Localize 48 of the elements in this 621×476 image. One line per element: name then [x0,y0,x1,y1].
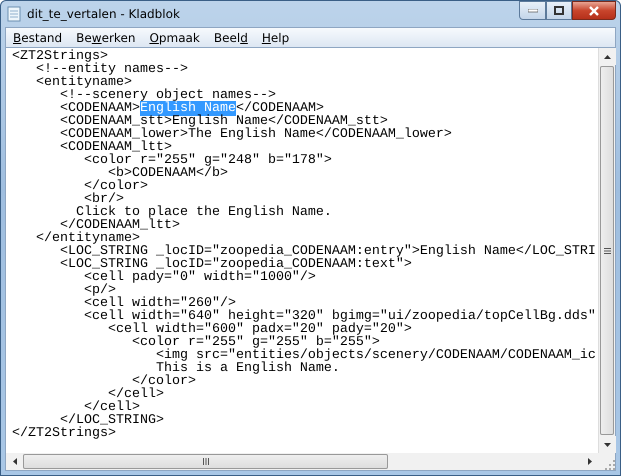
code-line: <LOC_STRING _locID="zoopedia_CODENAAM:text"> [58,258,412,271]
code-line: </cell> [84,401,140,414]
menu-item[interactable]: Bewerken [69,28,142,46]
scroll-thumb[interactable] [23,454,388,469]
code-line: <!--entity names--> [34,63,188,76]
code-line: </LOC_STRING> [60,414,164,427]
maximize-button[interactable] [546,1,572,20]
code-line: <p/> [82,284,116,297]
horizontal-scrollbar[interactable] [6,453,615,470]
scroll-thumb[interactable] [600,66,614,435]
code-line: </color> [82,180,148,193]
code-line: <!--scenery object names--> [58,89,276,102]
menu-item[interactable]: Opmaak [142,28,207,46]
code-line: <img src="entities/objects/scenery/CODENAAM/CODENAAM_ic [154,349,596,362]
code-line: </cell> [108,388,164,401]
code-line: <CODENAAM_stt>English Name</CODENAAM_stt> [58,115,388,128]
close-icon [588,6,600,16]
code-line: <cell width="260"/> [82,297,236,310]
code-line: <ZT2Strings> [12,50,108,63]
menu-item[interactable]: Beeld [206,28,255,46]
notepad-icon [7,6,21,22]
code-line: <LOC_STRING _locID="zoopedia_CODENAAM:entry">English Name</LOC_STRI [58,245,596,258]
code-line: <b>CODENAAM</b> [108,167,228,180]
code-line: <cell pady="0" width="1000"/> [82,271,316,284]
code-line: <cell width="640" height="320" bgimg="ui/zoopedia/topCellBg.dds" [82,310,596,323]
minimize-button[interactable] [519,1,546,20]
code-line: <color r="255" g="255" b="255"> [130,336,380,349]
menu-item[interactable]: Help [254,28,296,46]
window-title: dit_te_vertalen - Kladblok [27,6,180,23]
code-line: </ZT2Strings> [12,427,116,440]
code-line: Click to place the English Name. [76,206,332,219]
code-line: <entityname> [34,76,132,89]
code-line: </color> [132,375,196,388]
code-line: </entityname> [34,232,140,245]
code-line: </CODENAAM_ltt> [60,219,180,232]
minimize-icon [528,8,538,12]
menu-item[interactable]: Bestand [6,28,70,46]
code-line: <CODENAAM_lower>The English Name</CODENAAM_lower> [58,128,452,141]
code-line: <CODENAAM_ltt> [58,141,172,154]
code-line: This is a English Name. [156,362,340,375]
resize-grip-icon[interactable] [605,460,615,470]
close-button[interactable] [572,1,616,20]
code-line: <CODENAAM>English Name</CODENAAM> [58,102,324,115]
code-line: <color r="255" g="248" b="178"> [82,154,332,167]
maximize-icon [554,6,564,15]
vertical-scrollbar[interactable] [598,48,615,453]
code-line: <br/> [84,193,124,206]
code-line: <cell width="600" padx="20" pady="20"> [106,323,412,336]
